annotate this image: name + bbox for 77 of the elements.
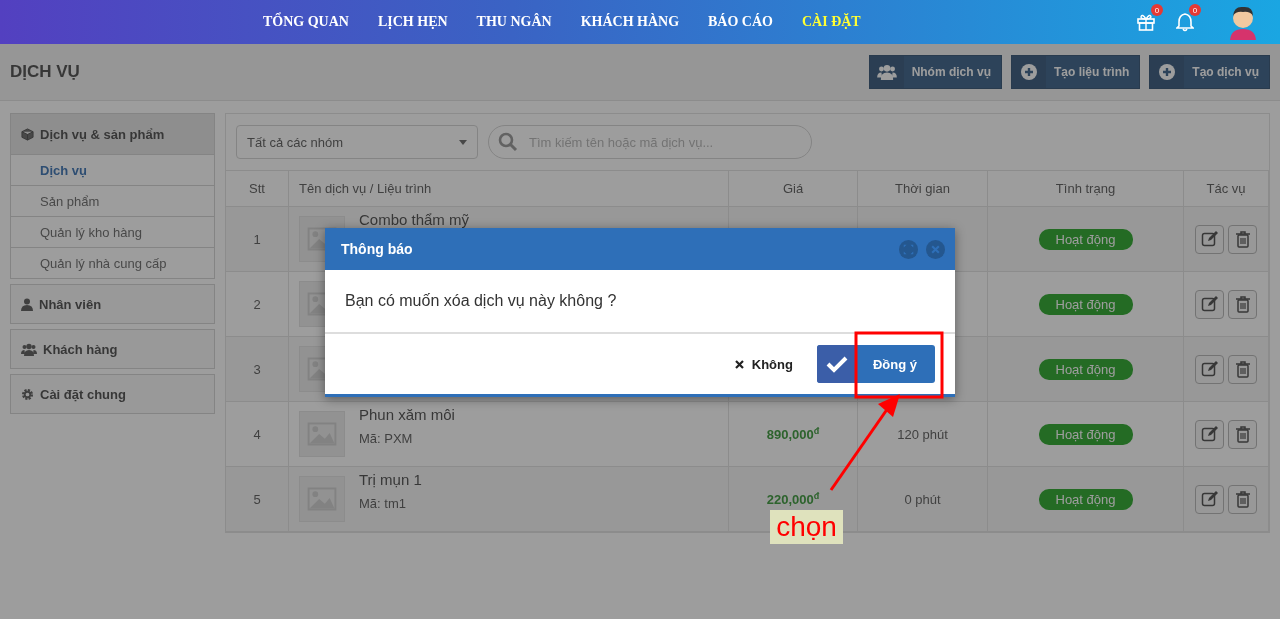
notification-badge: 0 — [1189, 4, 1201, 16]
status-badge: Hoạt động — [1038, 488, 1133, 510]
trash-icon — [1234, 360, 1251, 378]
service-code: Mã: tm1 — [359, 496, 407, 511]
plus-circle-icon — [1020, 64, 1037, 80]
edit-button[interactable] — [1195, 289, 1224, 319]
sidebar-item[interactable]: Quản lý nhà cung cấp — [11, 247, 214, 278]
edit-button[interactable] — [1195, 484, 1224, 514]
delete-button[interactable] — [1228, 224, 1257, 254]
trash-icon — [1234, 425, 1251, 443]
close-icon — [734, 359, 744, 369]
sidebar-item[interactable]: Quản lý kho hàng — [11, 216, 214, 247]
header-button[interactable]: Tạo liệu trình — [1010, 55, 1141, 89]
confirm-button[interactable]: Đồng ý — [816, 345, 935, 383]
delete-button[interactable] — [1228, 289, 1257, 319]
delete-button[interactable] — [1228, 484, 1257, 514]
sidebar-group[interactable]: Nhân viên — [11, 285, 214, 323]
edit-icon — [1200, 425, 1219, 443]
edit-button[interactable] — [1195, 419, 1224, 449]
service-name: Combo thẩm mỹ — [359, 211, 470, 228]
bell-icon[interactable] — [1176, 12, 1194, 32]
users-icon — [21, 342, 37, 356]
status-badge: Hoạt động — [1038, 423, 1133, 445]
dialog-title: Thông báo — [341, 241, 413, 257]
sidebar-group[interactable]: Khách hàng — [11, 330, 214, 368]
nav-tab[interactable]: CÀI ĐẶT — [802, 14, 861, 30]
duration: 120 phút — [897, 426, 948, 442]
search-icon — [498, 132, 518, 152]
nav-tab[interactable]: TỔNG QUAN — [263, 14, 349, 30]
group-select[interactable]: Tất cả các nhóm — [236, 125, 478, 159]
dialog-message: Bạn có muốn xóa dịch vụ này không ? — [325, 270, 955, 334]
edit-button[interactable] — [1195, 224, 1224, 254]
nav-tab[interactable]: KHÁCH HÀNG — [580, 14, 680, 30]
nav-tab[interactable]: BÁO CÁO — [708, 14, 773, 30]
table-cell: 5 — [226, 467, 289, 532]
service-name: Phun xăm môi — [359, 406, 455, 423]
users-icon — [875, 64, 898, 80]
nav-tab[interactable]: LỊCH HẸN — [377, 14, 448, 30]
sidebar-item[interactable]: Sản phẩm — [11, 185, 214, 216]
edit-button[interactable] — [1195, 354, 1224, 384]
service-code: Mã: PXM — [359, 431, 414, 446]
header-button[interactable]: Tạo dịch vụ — [1149, 55, 1270, 89]
sidebar-group[interactable]: Cài đặt chung — [11, 375, 214, 413]
edit-icon — [1200, 295, 1219, 313]
table-cell: 1 — [226, 207, 289, 272]
cancel-button[interactable]: Không — [734, 356, 793, 372]
user-icon — [21, 297, 33, 311]
delete-button[interactable] — [1228, 419, 1257, 449]
sidebar-group[interactable]: Dịch vụ & sản phẩm — [11, 114, 214, 154]
price: 220,000$^{đ}$ — [766, 490, 820, 508]
service-name: Trị mụn 1 — [359, 471, 422, 488]
edit-icon — [1200, 360, 1219, 378]
price: 890,000$^{đ}$ — [766, 425, 820, 443]
settings-icon — [21, 387, 34, 401]
status-badge: Hoạt động — [1038, 293, 1133, 315]
page-title: DỊCH VỤ — [10, 62, 80, 82]
header-button[interactable]: Nhóm dịch vụ — [868, 55, 1002, 89]
annotation-label: chọn — [770, 510, 843, 544]
notification-badge: 0 — [1151, 4, 1163, 16]
nav-tab[interactable]: THU NGÂN — [476, 14, 552, 30]
status-badge: Hoạt động — [1038, 228, 1133, 250]
check-icon — [825, 355, 848, 373]
trash-icon — [1234, 230, 1251, 248]
sidebar-item[interactable]: Dịch vụ — [11, 154, 214, 185]
edit-icon — [1200, 490, 1219, 508]
edit-icon — [1200, 230, 1219, 248]
gift-icon[interactable] — [1136, 12, 1156, 32]
trash-icon — [1234, 295, 1251, 313]
status-badge: Hoạt động — [1038, 358, 1133, 380]
caret-icon — [459, 139, 467, 145]
trash-icon — [1234, 490, 1251, 508]
image-placeholder — [299, 411, 345, 457]
table-cell: 3 — [226, 337, 289, 402]
duration: 0 phút — [904, 491, 941, 507]
plus-circle-icon — [1159, 64, 1176, 80]
delete-button[interactable] — [1228, 354, 1257, 384]
cube-icon — [21, 127, 34, 141]
